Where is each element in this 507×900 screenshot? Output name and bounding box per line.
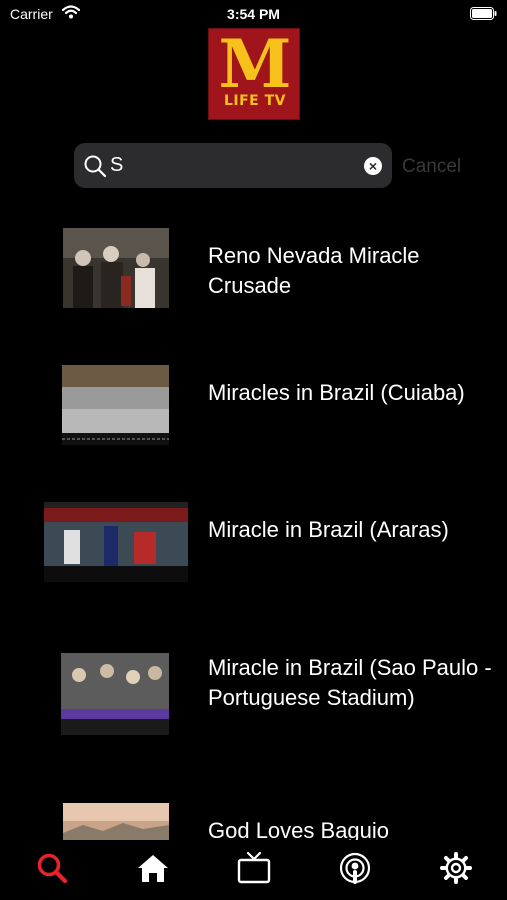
result-item[interactable]: Miracle in Brazil (Sao Paulo - Portugues… [0,653,507,773]
clear-search-button[interactable]: × [364,157,382,175]
result-item[interactable]: God Loves Baguio [0,803,507,840]
result-thumbnail [62,365,169,445]
result-title: Miracle in Brazil (Sao Paulo - Portugues… [208,655,492,710]
cancel-button[interactable]: Cancel [402,156,461,178]
result-thumbnail [63,228,169,308]
status-bar: Carrier 3:54 PM [0,0,507,28]
result-item[interactable]: Miracles in Brazil (Cuiaba) [0,365,507,485]
result-thumbnail [63,803,169,840]
search-icon [37,853,68,884]
battery-icon [470,7,497,20]
result-title: Miracles in Brazil (Cuiaba) [208,380,465,405]
result-title: Miracle in Brazil (Araras) [208,517,449,542]
podcast-icon [339,852,371,884]
result-item[interactable]: Reno Nevada Miracle Crusade [0,228,507,348]
result-thumbnail [44,502,188,582]
result-item[interactable]: Miracle in Brazil (Araras) [0,502,507,622]
search-bar[interactable]: × [74,143,392,188]
magnifier-icon [84,155,107,178]
tv-icon [237,851,271,884]
search-results-list[interactable]: Reno Nevada Miracle Crusade Miracles in … [0,200,507,840]
tab-home[interactable] [133,848,173,888]
tab-podcast[interactable] [335,848,375,888]
result-title: God Loves Baguio [208,818,390,840]
result-title: Reno Nevada Miracle Crusade [208,243,420,298]
search-input[interactable] [110,149,350,181]
gear-icon [440,852,472,884]
app-logo: M LIFE TV [208,28,300,120]
clear-icon: × [368,158,378,174]
status-time: 3:54 PM [227,6,280,22]
tab-settings[interactable] [436,848,476,888]
tab-bar [0,840,507,900]
result-thumbnail [61,653,169,735]
logo-letter: M [218,25,292,103]
tab-tv[interactable] [234,848,274,888]
logo-subtitle: LIFE TV [223,93,286,109]
tab-search[interactable] [32,848,72,888]
home-icon [138,855,168,882]
